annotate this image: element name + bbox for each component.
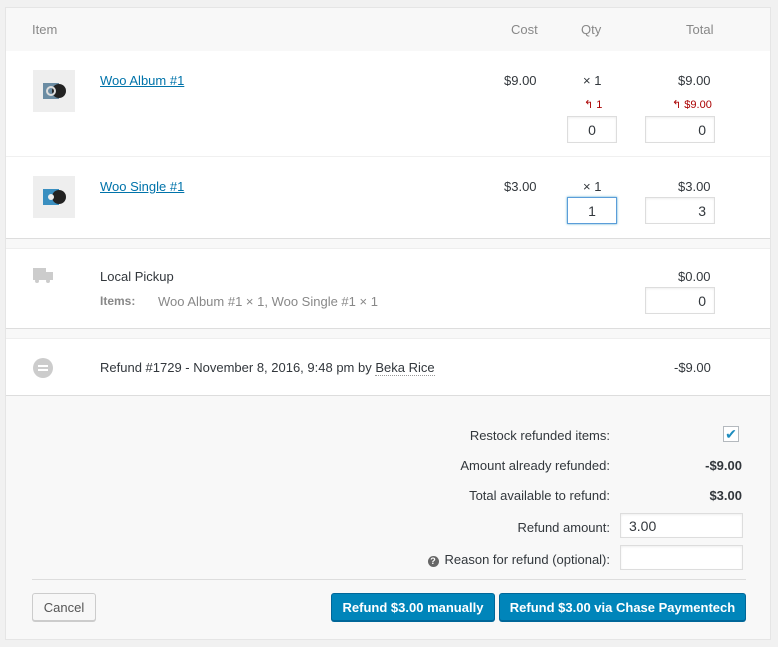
shipping-total: $0.00 [678, 269, 711, 284]
line-item-row: Woo Single #1 $3.00 × 1 $3.00 [6, 157, 770, 239]
restock-label: Restock refunded items: [469, 428, 610, 443]
header-cost: Cost [511, 22, 538, 37]
album-icon [43, 83, 66, 99]
refund-gateway-button[interactable]: Refund $3.00 via Chase Paymentech [499, 593, 746, 621]
order-items-panel: Item Cost Qty Total Woo Album #1 $9.00 ×… [5, 7, 771, 640]
shipping-row: Local Pickup Items: Woo Album #1 × 1, Wo… [6, 248, 770, 329]
refund-text: Refund #1729 - November 8, 2016, 9:48 pm… [100, 360, 376, 375]
shipping-refund-input[interactable] [645, 287, 715, 314]
refund-arrow-icon: ↰ [584, 99, 597, 111]
reason-input[interactable] [620, 545, 743, 570]
cancel-button[interactable]: Cancel [32, 593, 96, 621]
refund-qty-input[interactable] [567, 197, 617, 224]
divider [32, 579, 746, 580]
item-total: $3.00 [678, 179, 711, 194]
refunded-total: ↰ $9.00 [672, 98, 712, 111]
item-qty: × 1 [583, 179, 602, 194]
line-item-row: Woo Album #1 $9.00 × 1 $9.00 ↰ 1 ↰ $9.00 [6, 51, 770, 157]
header-total: Total [686, 22, 714, 37]
header-item: Item [32, 22, 58, 37]
header-qty: Qty [581, 22, 602, 37]
shipping-items-label: Items: [100, 294, 136, 308]
item-cost: $3.00 [504, 179, 537, 194]
available-value: $3.00 [709, 488, 742, 503]
refund-qty-input[interactable] [567, 116, 617, 143]
product-thumbnail [33, 176, 75, 218]
refund-amount-label: Refund amount: [517, 520, 610, 535]
refund-amount: -$9.00 [674, 360, 711, 375]
refunded-qty-value: 1 [596, 99, 603, 111]
refund-total-input[interactable] [645, 116, 715, 143]
item-cost: $9.00 [504, 73, 537, 88]
refunded-total-value: $9.00 [684, 99, 712, 111]
refund-row: Refund #1729 - November 8, 2016, 9:48 pm… [6, 338, 770, 396]
item-total: $9.00 [678, 73, 711, 88]
single-icon [43, 189, 66, 205]
refund-author-link[interactable]: Beka Rice [375, 360, 435, 376]
refund-info: Refund #1729 - November 8, 2016, 9:48 pm… [100, 360, 435, 376]
refund-arrow-icon: ↰ [672, 99, 685, 111]
shipping-items: Woo Album #1 × 1, Woo Single #1 × 1 [158, 294, 378, 309]
truck-icon [33, 268, 53, 283]
reason-label: ? Reason for refund (optional): [427, 552, 610, 567]
refund-manually-button[interactable]: Refund $3.00 manually [331, 593, 495, 621]
available-label: Total available to refund: [469, 488, 610, 503]
item-qty: × 1 [583, 73, 602, 88]
product-link[interactable]: Woo Single #1 [100, 179, 184, 194]
refund-amount-input[interactable] [620, 513, 743, 538]
reason-label-text: Reason for refund (optional): [444, 552, 610, 567]
already-refunded-value: -$9.00 [705, 458, 742, 473]
shipping-method: Local Pickup [100, 269, 174, 284]
refunded-qty: ↰ 1 [584, 98, 602, 111]
help-icon[interactable]: ? [427, 556, 439, 567]
product-thumbnail [33, 70, 75, 112]
refund-total-input[interactable] [645, 197, 715, 224]
product-link[interactable]: Woo Album #1 [100, 73, 184, 88]
already-refunded-label: Amount already refunded: [460, 458, 610, 473]
refund-icon [33, 358, 53, 378]
restock-checkbox[interactable]: ✔ [723, 426, 739, 442]
